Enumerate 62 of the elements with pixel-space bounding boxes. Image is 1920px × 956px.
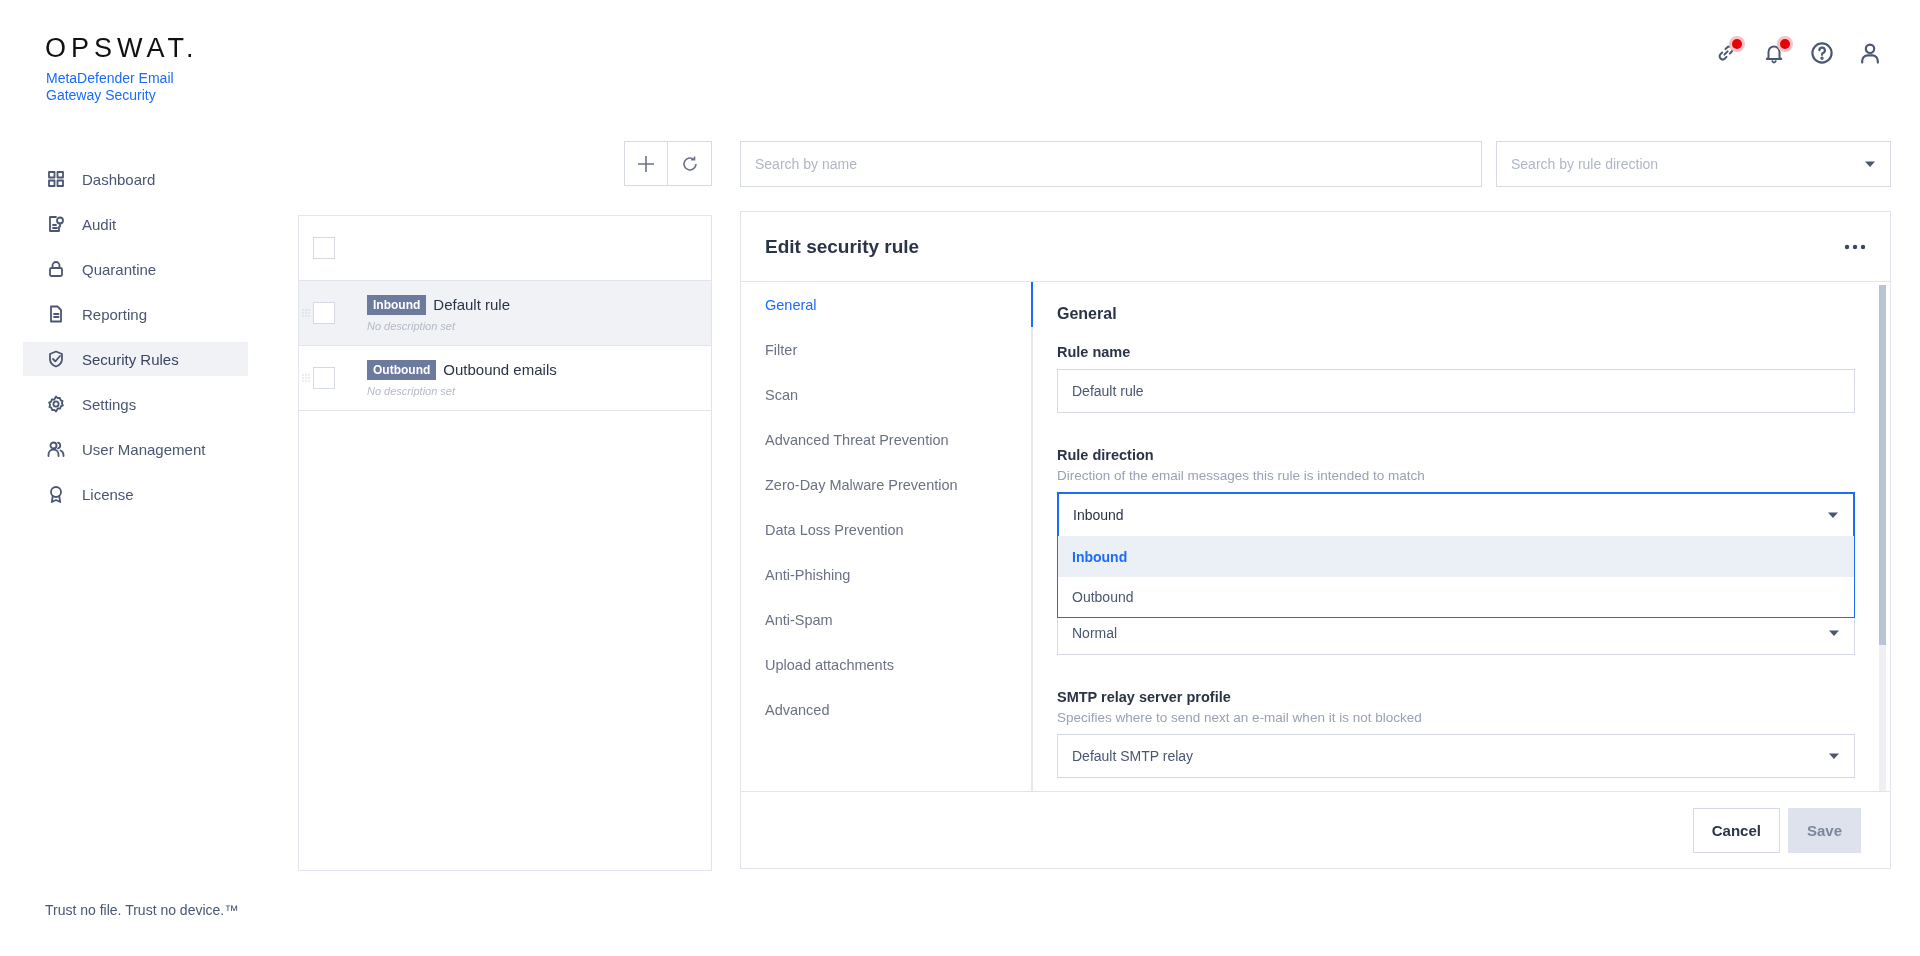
sidebar-item[interactable]: Reporting [23, 297, 248, 331]
rule-row[interactable]: Inbound Default rule No description set [299, 281, 711, 346]
more-icon[interactable] [1844, 243, 1866, 250]
section-tab[interactable]: Scan [741, 372, 1033, 417]
caret-icon [1828, 629, 1840, 637]
select-field[interactable]: Default SMTP relay [1057, 734, 1855, 778]
text-field[interactable]: Default rule [1057, 369, 1855, 413]
caret-icon [1827, 511, 1839, 519]
cancel-button[interactable]: Cancel [1692, 807, 1780, 853]
field-description: Specifies where to send next an e-mail when it is not blocked [1057, 710, 1423, 725]
field-label: Rule name [1057, 344, 1132, 360]
section-tab[interactable]: Advanced [741, 687, 1033, 732]
sidebar-item[interactable]: User Management [23, 432, 248, 466]
lock-icon [46, 259, 66, 279]
section-tab[interactable]: Filter [741, 327, 1033, 372]
section-tab[interactable]: General [741, 282, 1033, 327]
rule-name: Default rule [433, 296, 511, 313]
field-label: SMTP relay server profile [1057, 689, 1232, 705]
caret-icon [1828, 752, 1840, 760]
users-icon [46, 439, 66, 459]
sidebar-item[interactable]: Security Rules [23, 342, 248, 376]
plus-icon [637, 154, 655, 173]
section-tab[interactable]: Advanced Threat Prevention [741, 417, 1033, 462]
section-tab[interactable]: Zero-Day Malware Prevention [741, 462, 1033, 507]
scrollbar[interactable] [1879, 285, 1886, 791]
row-checkbox[interactable] [313, 367, 335, 389]
document-search-icon [46, 214, 66, 234]
panel-title: Edit security rule [765, 235, 920, 258]
section-tab[interactable]: Anti-Spam [741, 597, 1033, 642]
shield-check-icon [46, 349, 66, 369]
direction-tag: Inbound [367, 294, 427, 315]
sidebar-item[interactable]: Quarantine [23, 252, 248, 286]
row-checkbox[interactable] [313, 302, 335, 324]
user-icon [1858, 41, 1882, 65]
add-button[interactable] [624, 141, 668, 186]
field-label: Rule direction [1057, 447, 1155, 463]
refresh-icon [680, 154, 699, 173]
section-title: General [1057, 305, 1118, 323]
product-name: MetaDefender Email Gateway Security [46, 70, 175, 104]
refresh-button[interactable] [668, 141, 712, 186]
tagline: Trust no file. Trust no device.™ [45, 902, 240, 918]
section-tab[interactable]: Anti-Phishing [741, 552, 1033, 597]
caret-icon [1864, 160, 1876, 168]
help-icon [1810, 41, 1834, 65]
select-all-checkbox[interactable] [313, 237, 335, 259]
logo: OPSWAT. [45, 33, 200, 64]
sidebar-item[interactable]: Settings [23, 387, 248, 421]
direction-tag: Outbound [367, 359, 437, 380]
rule-name: Outbound emails [443, 361, 557, 378]
sidebar-item[interactable]: Dashboard [23, 162, 248, 196]
grid-icon [46, 169, 66, 189]
sidebar-item[interactable]: Audit [23, 207, 248, 241]
field-description: Direction of the email messages this rule is intended to match [1057, 468, 1426, 483]
section-tab[interactable]: Data Loss Prevention [741, 507, 1033, 552]
rule-row[interactable]: Outbound Outbound emails No description set [299, 346, 711, 411]
sidebar-item[interactable]: License [23, 477, 248, 511]
dropdown-option[interactable]: Inbound [1058, 536, 1854, 577]
rule-description: No description set [367, 319, 457, 332]
rule-description: No description set [367, 384, 457, 397]
header-button[interactable] [1809, 40, 1835, 66]
section-tab[interactable]: Upload attachments [741, 642, 1033, 687]
settings-icon [46, 394, 66, 414]
